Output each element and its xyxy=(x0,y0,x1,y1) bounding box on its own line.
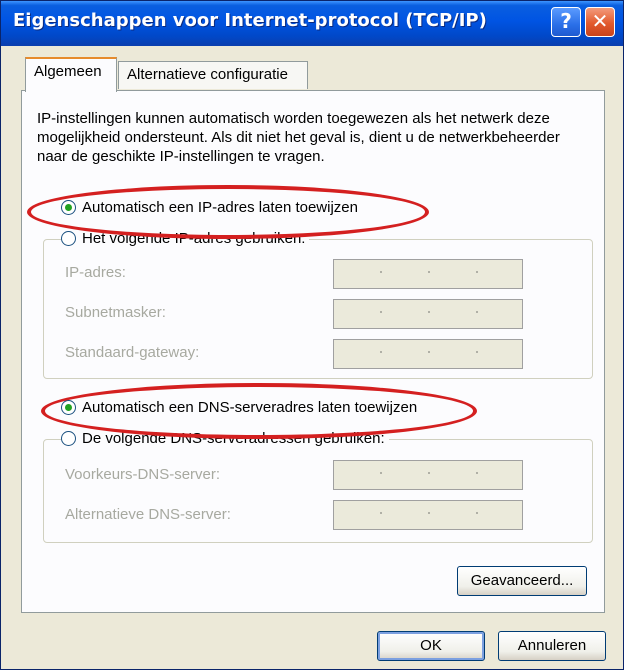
ip-auto-label[interactable]: Automatisch een IP-adres laten toewijzen xyxy=(82,199,358,216)
dns-manual-radio[interactable] xyxy=(61,431,76,446)
ok-button[interactable]: OK xyxy=(377,631,485,661)
preferred-dns-label: Voorkeurs-DNS-server: xyxy=(65,466,221,483)
ip-auto-option[interactable]: Automatisch een IP-adres laten toewijzen xyxy=(61,199,358,216)
cancel-button[interactable]: Annuleren xyxy=(498,631,606,661)
tab-alternative-label: Alternatieve configuratie xyxy=(127,66,288,83)
alternate-dns-label: Alternatieve DNS-server: xyxy=(65,506,231,523)
ip-manual-radio[interactable] xyxy=(61,231,76,246)
dns-auto-option[interactable]: Automatisch een DNS-serveradres laten to… xyxy=(61,399,417,416)
help-icon: ? xyxy=(560,9,572,33)
ip-manual-option[interactable]: Het volgende IP-adres gebruiken: xyxy=(61,230,310,247)
close-icon: ✕ xyxy=(591,9,609,33)
dns-auto-label[interactable]: Automatisch een DNS-serveradres laten to… xyxy=(82,399,417,416)
window-title: Eigenschappen voor Internet-protocol (TC… xyxy=(13,10,487,31)
subnet-mask-label: Subnetmasker: xyxy=(65,304,166,321)
ip-auto-radio[interactable] xyxy=(61,200,76,215)
tab-general[interactable]: Algemeen xyxy=(25,57,117,92)
intro-text: IP-instellingen kunnen automatisch worde… xyxy=(37,110,560,165)
ip-address-label: IP-adres: xyxy=(65,264,126,281)
default-gateway-label: Standaard-gateway: xyxy=(65,344,200,361)
help-button[interactable]: ? xyxy=(551,7,581,37)
default-gateway-field[interactable] xyxy=(333,339,523,369)
dns-manual-option[interactable]: De volgende DNS-serveradressen gebruiken… xyxy=(61,430,389,447)
ip-address-field[interactable] xyxy=(333,259,523,289)
tcpip-properties-dialog: Eigenschappen voor Internet-protocol (TC… xyxy=(0,0,624,670)
subnet-mask-field[interactable] xyxy=(333,299,523,329)
ip-manual-label[interactable]: Het volgende IP-adres gebruiken: xyxy=(82,230,305,247)
advanced-button[interactable]: Geavanceerd... xyxy=(457,566,587,596)
tab-alternative-configuration[interactable]: Alternatieve configuratie xyxy=(118,61,308,89)
dns-auto-radio[interactable] xyxy=(61,400,76,415)
preferred-dns-field[interactable] xyxy=(333,460,523,490)
tab-general-label: Algemeen xyxy=(34,63,102,80)
title-bar[interactable]: Eigenschappen voor Internet-protocol (TC… xyxy=(1,1,623,46)
close-button[interactable]: ✕ xyxy=(585,7,615,37)
alternate-dns-field[interactable] xyxy=(333,500,523,530)
dns-manual-label[interactable]: De volgende DNS-serveradressen gebruiken… xyxy=(82,430,385,447)
